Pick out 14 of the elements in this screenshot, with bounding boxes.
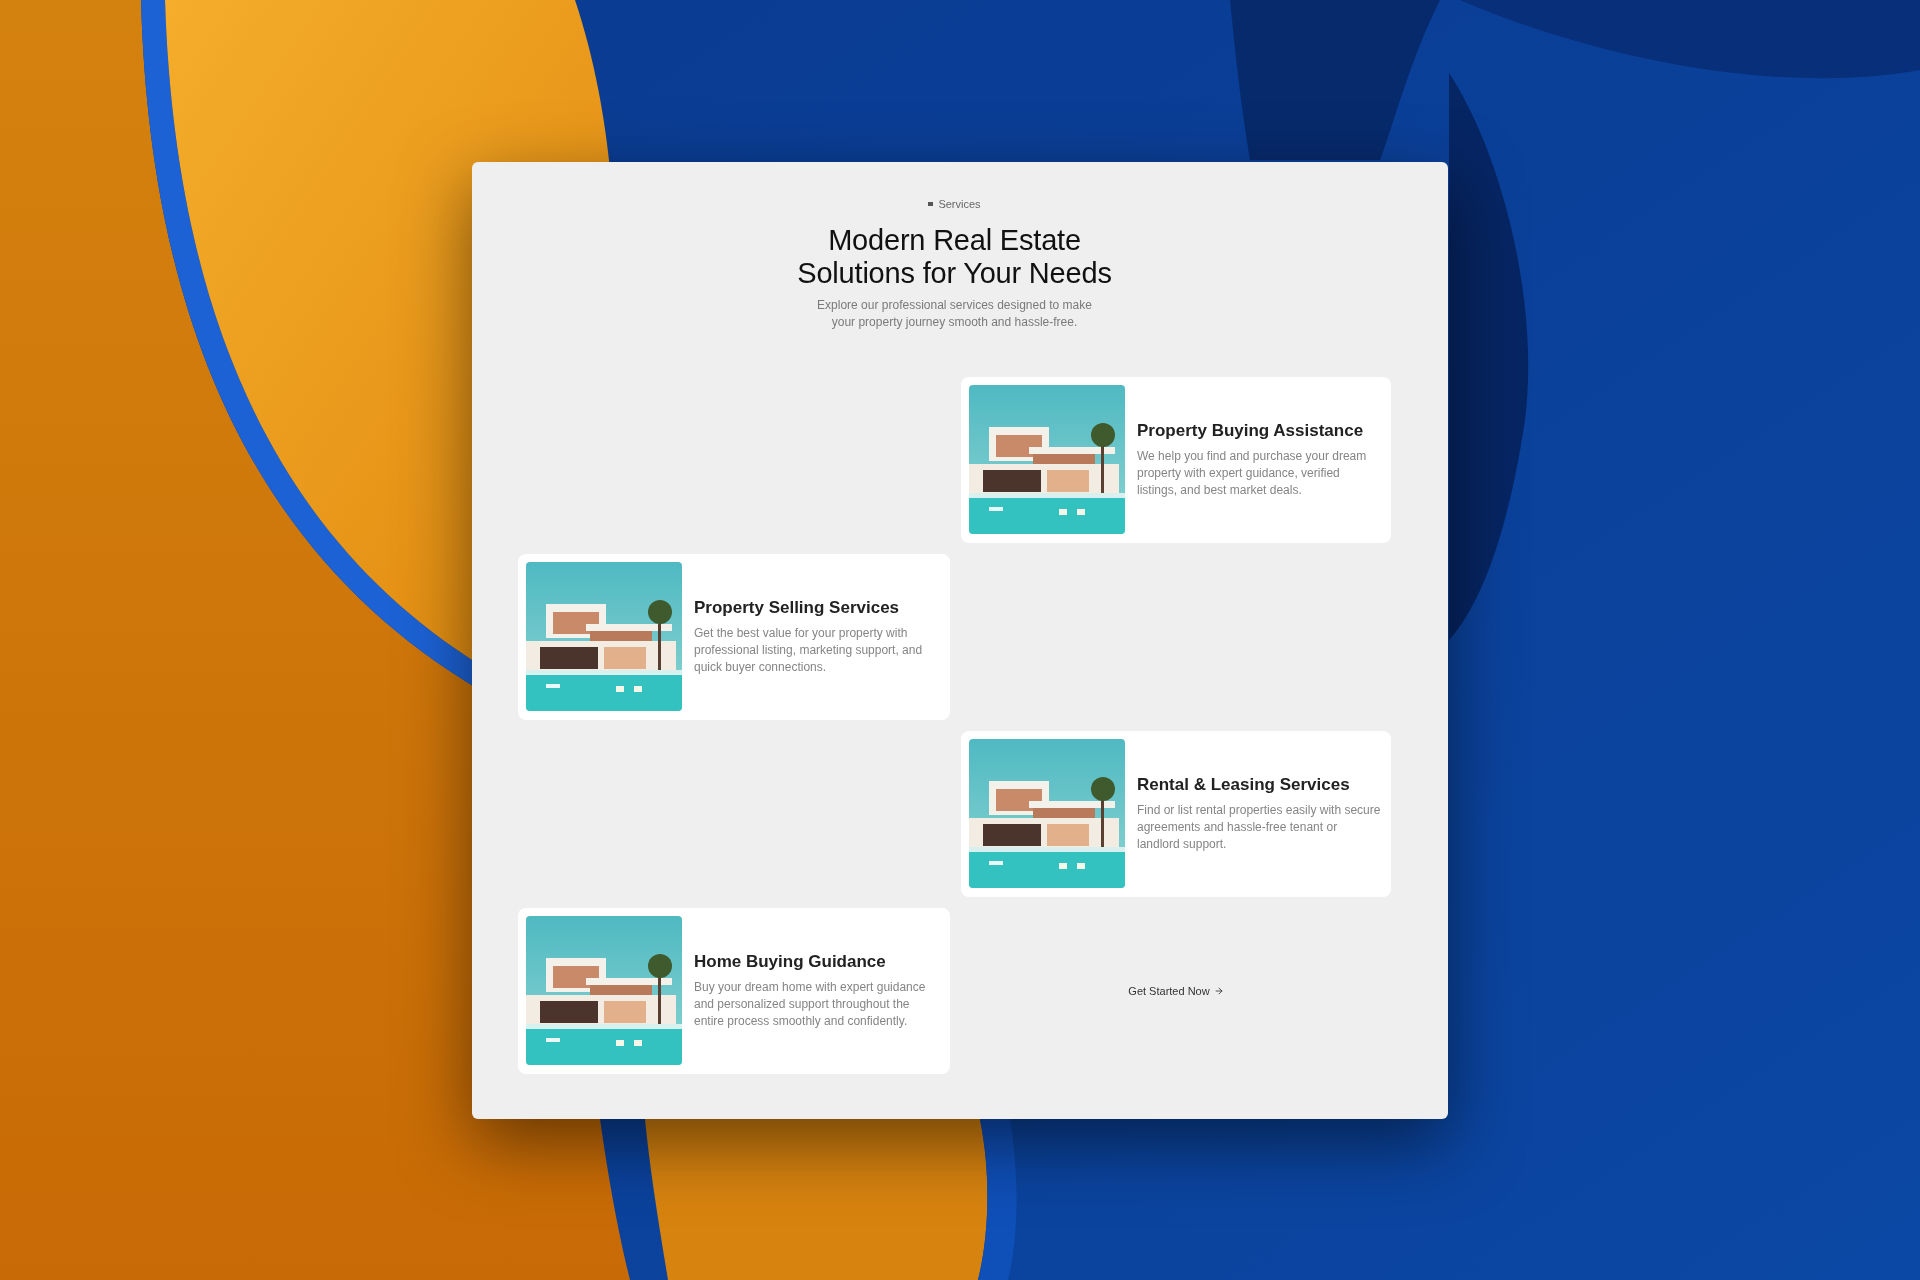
bullet-icon [928,201,934,206]
service-title: Property Selling Services [694,597,901,619]
service-title: Rental & Leasing Services [1137,774,1351,796]
section-heading: Modern Real Estate Solutions for Your Needs [796,223,1113,290]
service-description: Buy your dream home with expert guidance and personalized support throughout the entire process smoothly and confidently. [694,979,927,1030]
service-title: Home Buying Guidance [694,951,887,973]
get-started-link[interactable]: Get Started Now [1128,983,1224,998]
arrow-right-icon [1213,985,1224,996]
section-subtitle: Explore our professional services designed to make your property journey smooth and hassle-free. [816,296,1093,331]
eyebrow-label: Services [938,196,981,211]
service-description: Find or list rental properties easily with secure agreements and hassle-free tenant or landlord support. [1137,802,1382,853]
service-title: Property Buying Assistance [1137,420,1365,442]
service-description: We help you find and purchase your dream property with expert guidance, verified listings, and best market deals. [1137,448,1368,499]
service-description: Get the best value for your property with professional listing, marketing support, and quick buyer connections. [694,625,924,676]
